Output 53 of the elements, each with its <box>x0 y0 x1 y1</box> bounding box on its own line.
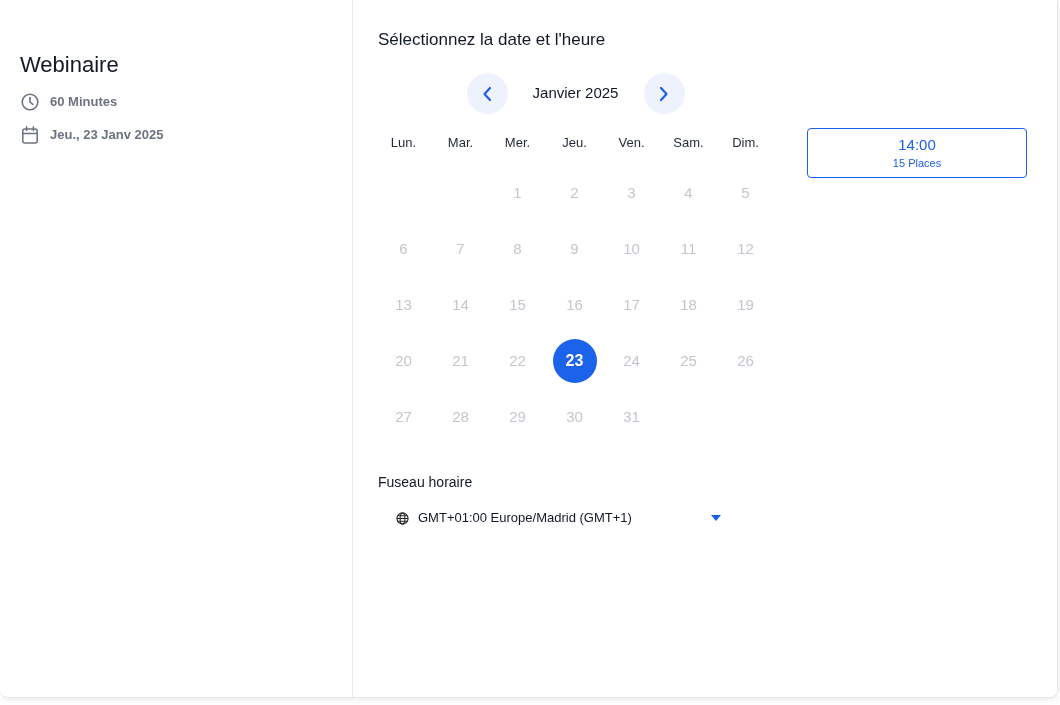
globe-icon <box>396 511 409 525</box>
calendar-day: 10 <box>609 227 654 271</box>
calendar-day: 25 <box>666 339 711 383</box>
duration-text: 60 Minutes <box>50 93 118 112</box>
calendar-day: 15 <box>495 283 540 327</box>
weekday-label: Mar. <box>447 134 474 153</box>
calendar-day: 28 <box>438 395 483 439</box>
calendar-day: 24 <box>609 339 654 383</box>
chevron-left-icon <box>482 85 492 102</box>
calendar-day: 11 <box>666 227 711 271</box>
previous-month-button[interactable] <box>466 73 508 114</box>
calendar-day: 4 <box>666 171 711 215</box>
calendar-day: 20 <box>381 339 426 383</box>
section-heading: Sélectionnez la date et l'heure <box>378 29 607 51</box>
calendar-day: 7 <box>438 227 483 271</box>
caret-down-icon <box>711 515 721 521</box>
weekday-label: Jeu. <box>562 134 587 153</box>
time-slot-button[interactable]: 14:00 15 Places <box>807 128 1027 178</box>
calendar-day: 29 <box>495 395 540 439</box>
calendar-day: 13 <box>381 283 426 327</box>
calendar-day: 22 <box>495 339 540 383</box>
calendar-day[interactable]: 23 <box>552 339 597 383</box>
calendar-day: 19 <box>723 283 768 327</box>
weekday-label: Sam. <box>673 134 704 153</box>
calendar-day: 17 <box>609 283 654 327</box>
calendar-icon <box>21 126 39 144</box>
calendar-day: 30 <box>552 395 597 439</box>
calendar-day: 26 <box>723 339 768 383</box>
clock-icon <box>21 93 39 111</box>
calendar-day: 27 <box>381 395 426 439</box>
next-month-button[interactable] <box>643 73 685 114</box>
weekday-label: Mer. <box>504 134 531 153</box>
event-title: Webinaire <box>20 51 120 79</box>
timezone-label: Fuseau horaire <box>378 474 474 491</box>
date-text: Jeu., 23 Janv 2025 <box>50 126 164 145</box>
weekday-label: Lun. <box>390 134 417 153</box>
calendar-day: 1 <box>495 171 540 215</box>
weekday-label: Dim. <box>732 134 759 153</box>
calendar-day: 9 <box>552 227 597 271</box>
month-label: Janvier 2025 <box>531 83 620 104</box>
calendar-day: 16 <box>552 283 597 327</box>
chevron-right-icon <box>659 85 669 102</box>
calendar-day: 31 <box>609 395 654 439</box>
calendar-day: 14 <box>438 283 483 327</box>
calendar-day: 21 <box>438 339 483 383</box>
calendar-day: 8 <box>495 227 540 271</box>
calendar-day: 2 <box>552 171 597 215</box>
weekday-label: Ven. <box>618 134 645 153</box>
calendar-day: 18 <box>666 283 711 327</box>
calendar-day: 6 <box>381 227 426 271</box>
calendar-day: 12 <box>723 227 768 271</box>
calendar-day: 5 <box>723 171 768 215</box>
calendar-day: 3 <box>609 171 654 215</box>
